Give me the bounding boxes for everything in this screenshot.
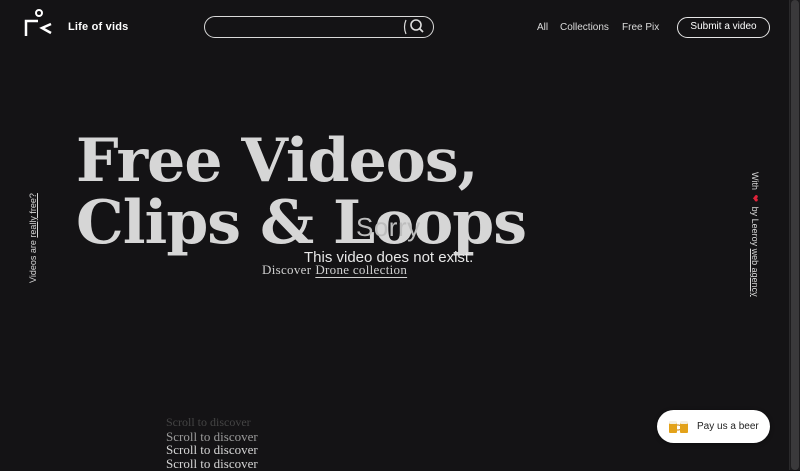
scrollbar-thumb[interactable] [791,0,799,470]
nav-collections[interactable]: Collections [560,22,609,33]
pay-beer-button[interactable]: Pay us a beer [657,410,770,443]
hero-title: Free Videos, Clips & Loops [76,126,527,258]
scroll-text: Scroll to discover [166,442,258,457]
discover-prefix: Discover [262,262,312,277]
submit-video-button[interactable]: Submit a video [677,17,770,38]
side-left-prefix: Videos are [28,237,38,283]
logo-text: Life of vids [68,21,129,33]
discover-line: Discover Drone collection [262,262,407,278]
scroll-text: Scroll to discover [166,428,258,444]
hero-title-line1: Free Videos, [76,126,478,196]
really-free-link[interactable]: really free? [28,193,38,238]
error-title: Sorry [356,212,421,242]
search-icon[interactable] [403,18,425,36]
beer-icon [668,420,690,434]
web-agency-link[interactable]: web agency [750,249,760,297]
drone-collection-link[interactable]: Drone collection [315,262,407,277]
side-right-prefix: With [750,172,760,190]
search-input[interactable] [215,19,399,37]
hero-title-line2: Clips & Loops [76,188,527,258]
search-bar[interactable] [204,16,434,38]
site-logo[interactable]: Life of vids [24,9,128,37]
side-note-left: Videos are really free? [28,193,38,283]
heart-icon: ❤ [750,194,760,203]
scroll-text: Scroll to discover [166,415,251,429]
nav-all[interactable]: All [537,22,548,33]
nav-free-pix[interactable]: Free Pix [622,22,659,33]
side-note-right: With ❤ by Leeroy web agency [749,172,760,297]
side-right-middle: by Leeroy [750,206,760,247]
pay-beer-label: Pay us a beer [697,421,759,432]
scroll-hint: Scroll to discover Scroll to discover Sc… [166,415,258,471]
logo-icon [24,9,52,36]
scroll-text: Scroll to discover [166,455,258,471]
page-scrollbar[interactable] [789,0,800,470]
